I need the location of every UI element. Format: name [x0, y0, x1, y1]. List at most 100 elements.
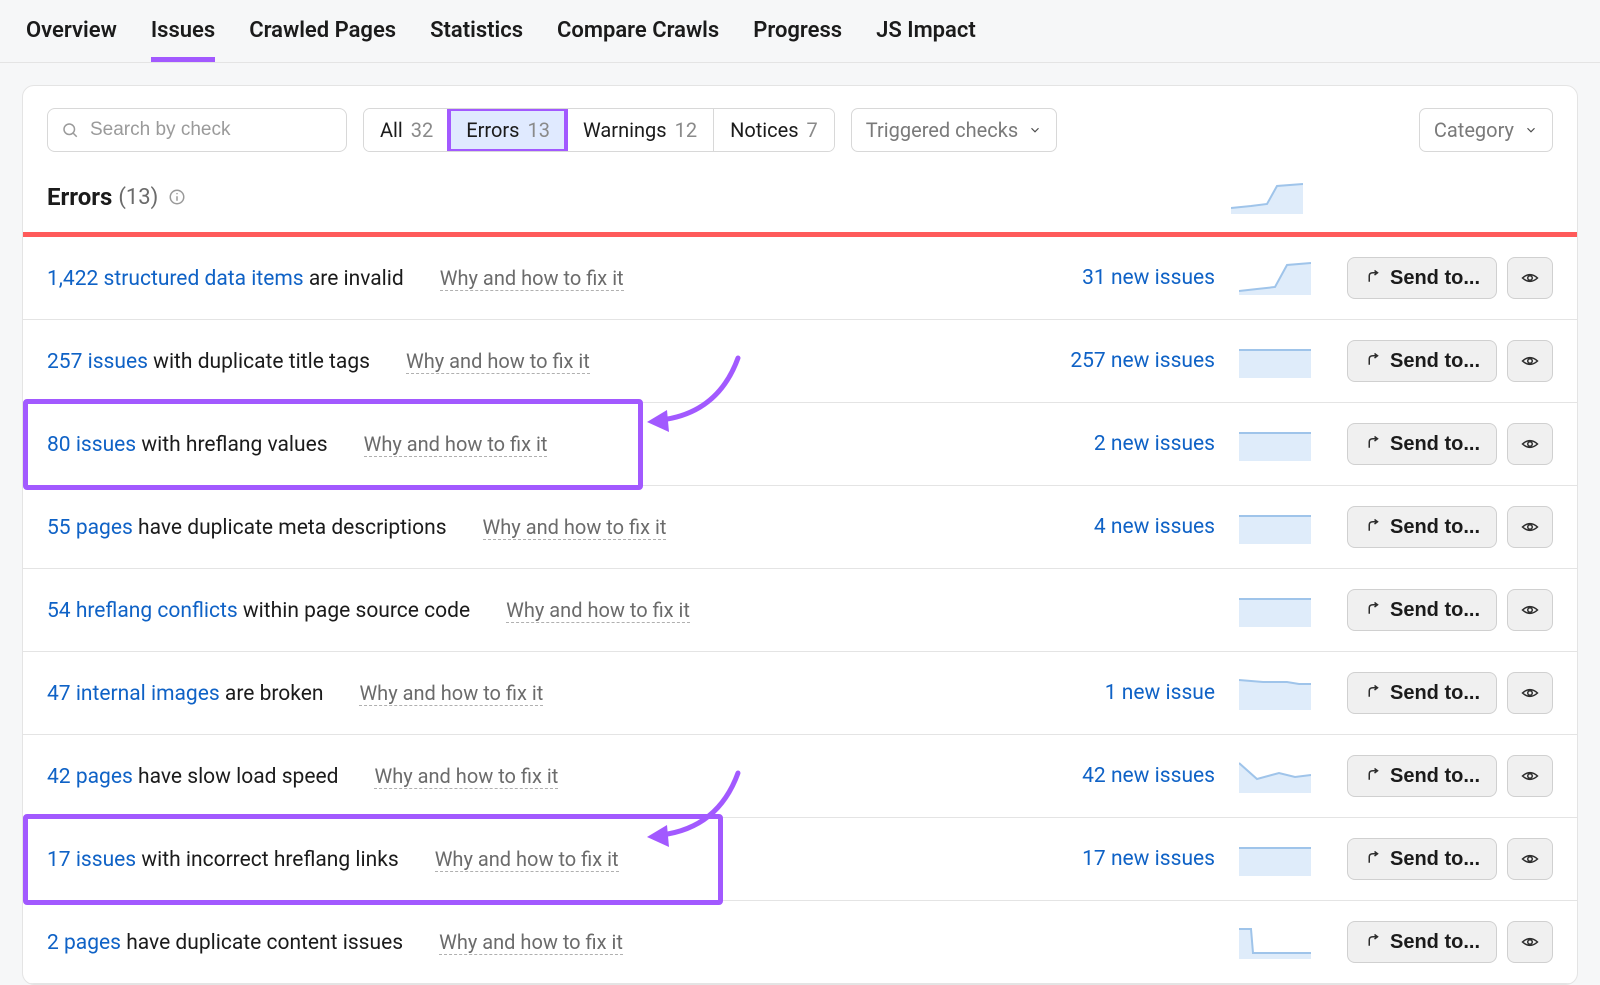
category-dropdown[interactable]: Category: [1419, 108, 1553, 152]
filter-label: Errors: [466, 118, 519, 142]
new-issues-link[interactable]: 2 new issues: [1035, 432, 1215, 456]
issue-row: 47 internal images are broken Why and ho…: [23, 652, 1577, 735]
view-button[interactable]: [1507, 506, 1553, 548]
eye-icon: [1521, 850, 1539, 868]
send-to-button[interactable]: Send to...: [1347, 257, 1497, 299]
eye-icon: [1521, 269, 1539, 287]
issue-row: 257 issues with duplicate title tags Why…: [23, 320, 1577, 403]
row-actions: Send to...: [1347, 838, 1553, 880]
why-how-fix-link[interactable]: Why and how to fix it: [440, 266, 624, 291]
rows-container: 1,422 structured data items are invalid …: [23, 237, 1577, 984]
send-to-button[interactable]: Send to...: [1347, 755, 1497, 797]
tab-crawled-pages[interactable]: Crawled Pages: [249, 18, 396, 62]
issue-text: with duplicate title tags: [148, 350, 370, 374]
issue-link[interactable]: 47 internal images: [47, 682, 220, 706]
issue-row: 54 hreflang conflicts within page source…: [23, 569, 1577, 652]
new-issues-link[interactable]: 4 new issues: [1035, 515, 1215, 539]
new-issues-link[interactable]: 31 new issues: [1035, 266, 1215, 290]
why-how-fix-link[interactable]: Why and how to fix it: [435, 847, 619, 872]
share-arrow-icon: [1364, 767, 1382, 785]
chevron-down-icon: [1524, 123, 1538, 137]
issue-description: 55 pages have duplicate meta description…: [47, 516, 447, 540]
why-how-fix-link[interactable]: Why and how to fix it: [359, 681, 543, 706]
issue-link[interactable]: 55 pages: [47, 516, 133, 540]
send-to-label: Send to...: [1390, 765, 1480, 788]
tab-issues[interactable]: Issues: [151, 18, 215, 62]
send-to-button[interactable]: Send to...: [1347, 589, 1497, 631]
issue-link[interactable]: 42 pages: [47, 765, 133, 789]
info-icon[interactable]: [168, 188, 186, 206]
tab-js-impact[interactable]: JS Impact: [876, 18, 976, 62]
why-how-fix-link[interactable]: Why and how to fix it: [439, 930, 623, 955]
send-to-label: Send to...: [1390, 433, 1480, 456]
search-input[interactable]: [47, 108, 347, 152]
send-to-button[interactable]: Send to...: [1347, 423, 1497, 465]
send-to-button[interactable]: Send to...: [1347, 921, 1497, 963]
eye-icon: [1521, 767, 1539, 785]
why-how-fix-link[interactable]: Why and how to fix it: [483, 515, 667, 540]
new-issues-link[interactable]: 257 new issues: [1035, 349, 1215, 373]
issue-text: are invalid: [304, 267, 404, 291]
section-heading: Errors (13): [23, 174, 1577, 232]
filter-label: Notices: [730, 118, 798, 142]
send-to-button[interactable]: Send to...: [1347, 340, 1497, 382]
filter-all[interactable]: All 32: [364, 109, 449, 151]
new-issues-link[interactable]: 42 new issues: [1035, 764, 1215, 788]
row-sparkline: [1239, 344, 1311, 378]
send-to-button[interactable]: Send to...: [1347, 672, 1497, 714]
why-how-fix-link[interactable]: Why and how to fix it: [374, 764, 558, 789]
why-how-fix-link[interactable]: Why and how to fix it: [364, 432, 548, 457]
triggered-checks-dropdown[interactable]: Triggered checks: [851, 108, 1057, 152]
issue-link[interactable]: 17 issues: [47, 848, 136, 872]
row-actions: Send to...: [1347, 921, 1553, 963]
view-button[interactable]: [1507, 838, 1553, 880]
why-how-fix-link[interactable]: Why and how to fix it: [506, 598, 690, 623]
issue-row: 80 issues with hreflang values Why and h…: [23, 403, 1577, 486]
filter-count: 12: [675, 118, 697, 142]
row-actions: Send to...: [1347, 340, 1553, 382]
issue-link[interactable]: 1,422 structured data items: [47, 267, 304, 291]
issue-description: 42 pages have slow load speed: [47, 765, 338, 789]
issue-description: 2 pages have duplicate content issues: [47, 931, 403, 955]
issue-description: 257 issues with duplicate title tags: [47, 350, 370, 374]
eye-icon: [1521, 601, 1539, 619]
issue-link[interactable]: 257 issues: [47, 350, 148, 374]
filter-notices[interactable]: Notices 7: [713, 109, 834, 151]
why-how-fix-link[interactable]: Why and how to fix it: [406, 349, 590, 374]
panel-toolbar: All 32 Errors 13 Warnings 12 Notices 7 T…: [23, 86, 1577, 174]
view-button[interactable]: [1507, 423, 1553, 465]
issue-link[interactable]: 80 issues: [47, 433, 136, 457]
issue-link[interactable]: 54 hreflang conflicts: [47, 599, 238, 623]
view-button[interactable]: [1507, 672, 1553, 714]
new-issues-link[interactable]: 17 new issues: [1035, 847, 1215, 871]
filter-label: All: [380, 118, 403, 142]
tab-progress[interactable]: Progress: [753, 18, 842, 62]
new-issues-link[interactable]: 1 new issue: [1035, 681, 1215, 705]
view-button[interactable]: [1507, 340, 1553, 382]
row-actions: Send to...: [1347, 257, 1553, 299]
row-sparkline: [1239, 593, 1311, 627]
send-to-button[interactable]: Send to...: [1347, 506, 1497, 548]
tab-overview[interactable]: Overview: [26, 18, 117, 62]
send-to-button[interactable]: Send to...: [1347, 838, 1497, 880]
row-actions: Send to...: [1347, 506, 1553, 548]
tab-statistics[interactable]: Statistics: [430, 18, 523, 62]
issue-row: 17 issues with incorrect hreflang links …: [23, 818, 1577, 901]
issue-row: 1,422 structured data items are invalid …: [23, 237, 1577, 320]
tab-compare-crawls[interactable]: Compare Crawls: [557, 18, 719, 62]
filter-warnings[interactable]: Warnings 12: [566, 109, 713, 151]
eye-icon: [1521, 684, 1539, 702]
share-arrow-icon: [1364, 269, 1382, 287]
section-count: (13): [118, 185, 158, 210]
view-button[interactable]: [1507, 755, 1553, 797]
issue-description: 80 issues with hreflang values: [47, 433, 328, 457]
issue-link[interactable]: 2 pages: [47, 931, 121, 955]
share-arrow-icon: [1364, 601, 1382, 619]
filter-errors[interactable]: Errors 13: [449, 109, 566, 151]
view-button[interactable]: [1507, 589, 1553, 631]
row-actions: Send to...: [1347, 423, 1553, 465]
issue-text: are broken: [220, 682, 324, 706]
view-button[interactable]: [1507, 921, 1553, 963]
view-button[interactable]: [1507, 257, 1553, 299]
row-sparkline: [1239, 676, 1311, 710]
